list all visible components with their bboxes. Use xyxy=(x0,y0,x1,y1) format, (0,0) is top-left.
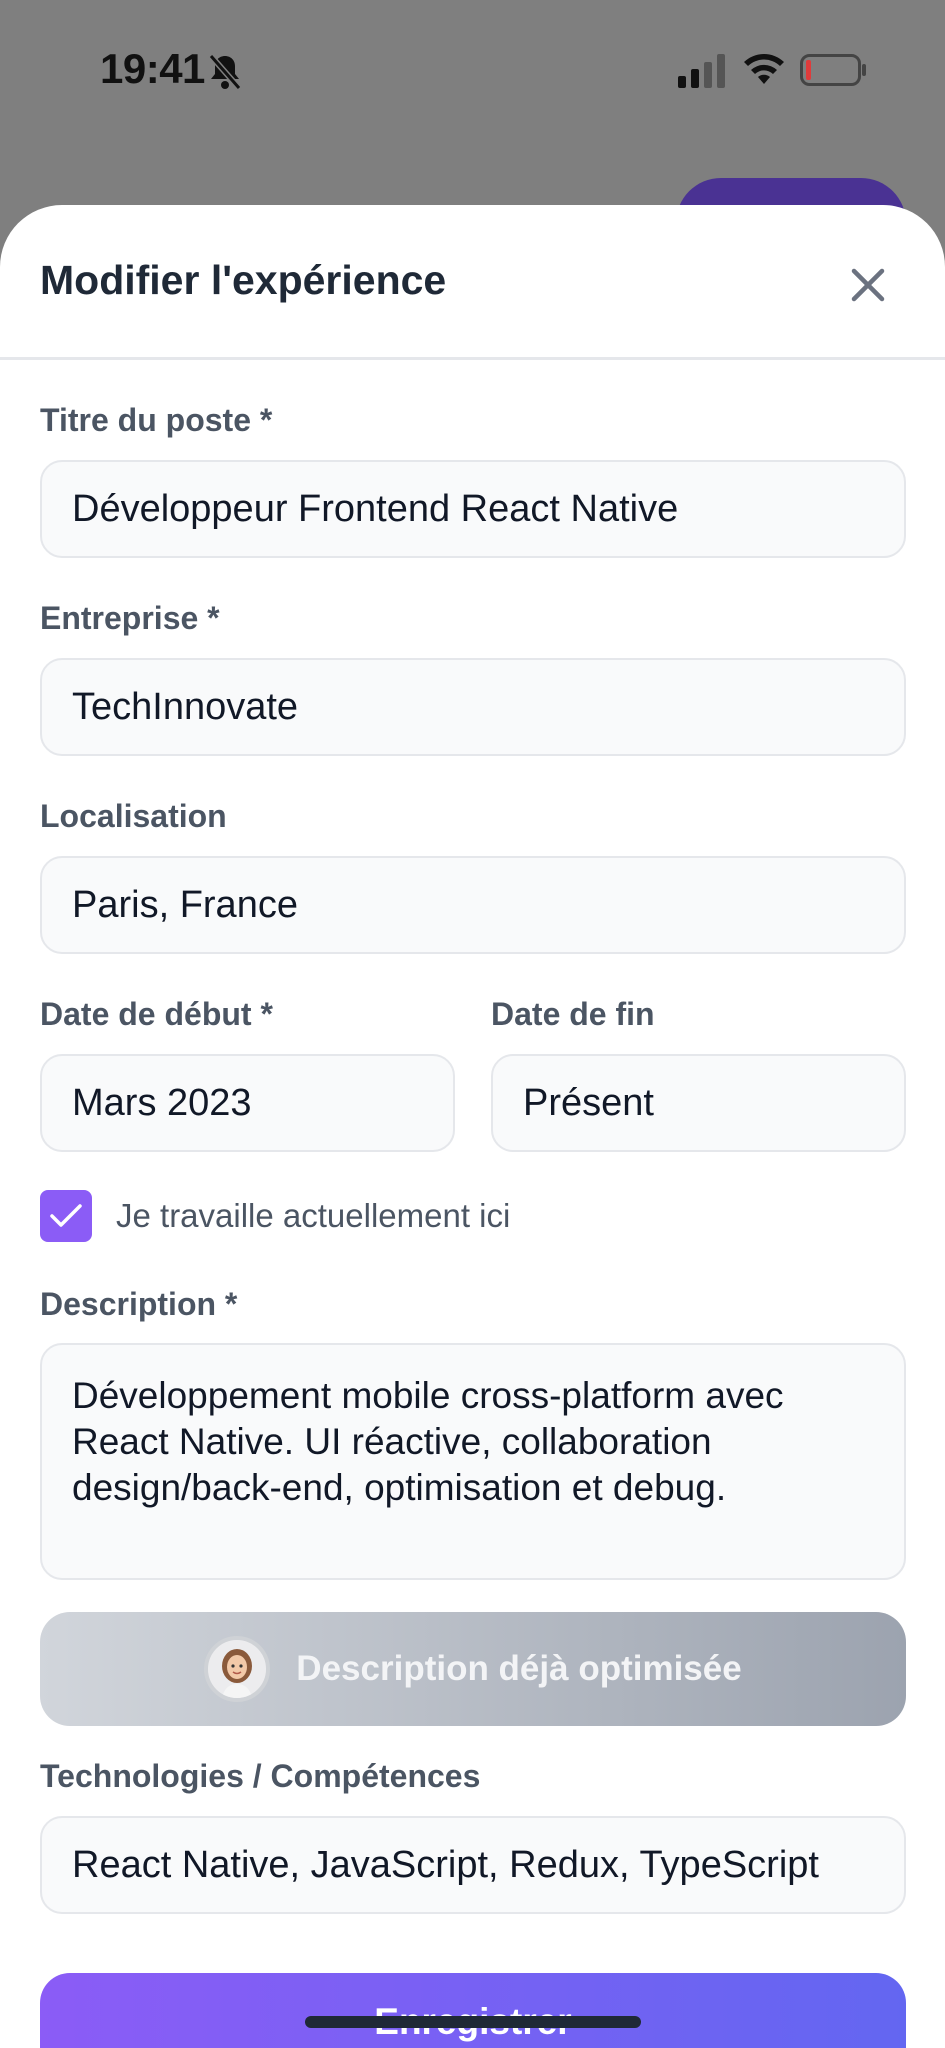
optimize-button-label: Description déjà optimisée xyxy=(296,1649,742,1688)
assistant-avatar xyxy=(204,1636,271,1702)
status-time: 19:41 xyxy=(100,45,205,92)
edit-experience-sheet: Modifier l'expérience Titre du poste * D… xyxy=(0,205,945,2048)
company-input[interactable]: TechInnovate xyxy=(40,658,906,756)
start-date-label: Date de début * xyxy=(40,996,273,1032)
sheet-title: Modifier l'expérience xyxy=(40,257,447,303)
current-job-checkbox[interactable] xyxy=(40,1190,92,1242)
assistant-avatar-icon xyxy=(208,1640,267,1698)
technologies-label: Technologies / Compétences xyxy=(40,1758,481,1794)
company-label: Entreprise * xyxy=(40,600,220,636)
save-button[interactable]: Enregistrer xyxy=(40,1973,906,2048)
close-button[interactable] xyxy=(840,257,896,313)
job-title-label: Titre du poste * xyxy=(40,402,273,438)
sheet-header: Modifier l'expérience xyxy=(0,205,945,360)
description-textarea[interactable]: Développement mobile cross-platform avec… xyxy=(40,1343,906,1580)
screen: 19:41 Modifier l'expérience Titre du pos… xyxy=(0,0,945,2048)
technologies-input[interactable]: React Native, JavaScript, Redux, TypeScr… xyxy=(40,1816,906,1914)
cellular-signal-icon xyxy=(678,54,725,88)
close-icon xyxy=(851,268,885,302)
start-date-input[interactable]: Mars 2023 xyxy=(40,1054,455,1152)
optimize-description-button[interactable]: Description déjà optimisée xyxy=(40,1612,906,1726)
location-label: Localisation xyxy=(40,798,227,834)
job-title-input[interactable]: Développeur Frontend React Native xyxy=(40,460,906,558)
wifi-icon xyxy=(744,54,784,84)
home-indicator[interactable] xyxy=(305,2016,641,2028)
location-input[interactable]: Paris, France xyxy=(40,856,906,954)
battery-low-icon xyxy=(800,54,866,86)
bell-muted-icon xyxy=(208,54,242,90)
end-date-label: Date de fin xyxy=(491,996,655,1032)
end-date-input[interactable]: Présent xyxy=(491,1054,906,1152)
current-job-label[interactable]: Je travaille actuellement ici xyxy=(116,1197,510,1235)
description-label: Description * xyxy=(40,1286,238,1322)
checkmark-icon xyxy=(50,1204,82,1227)
